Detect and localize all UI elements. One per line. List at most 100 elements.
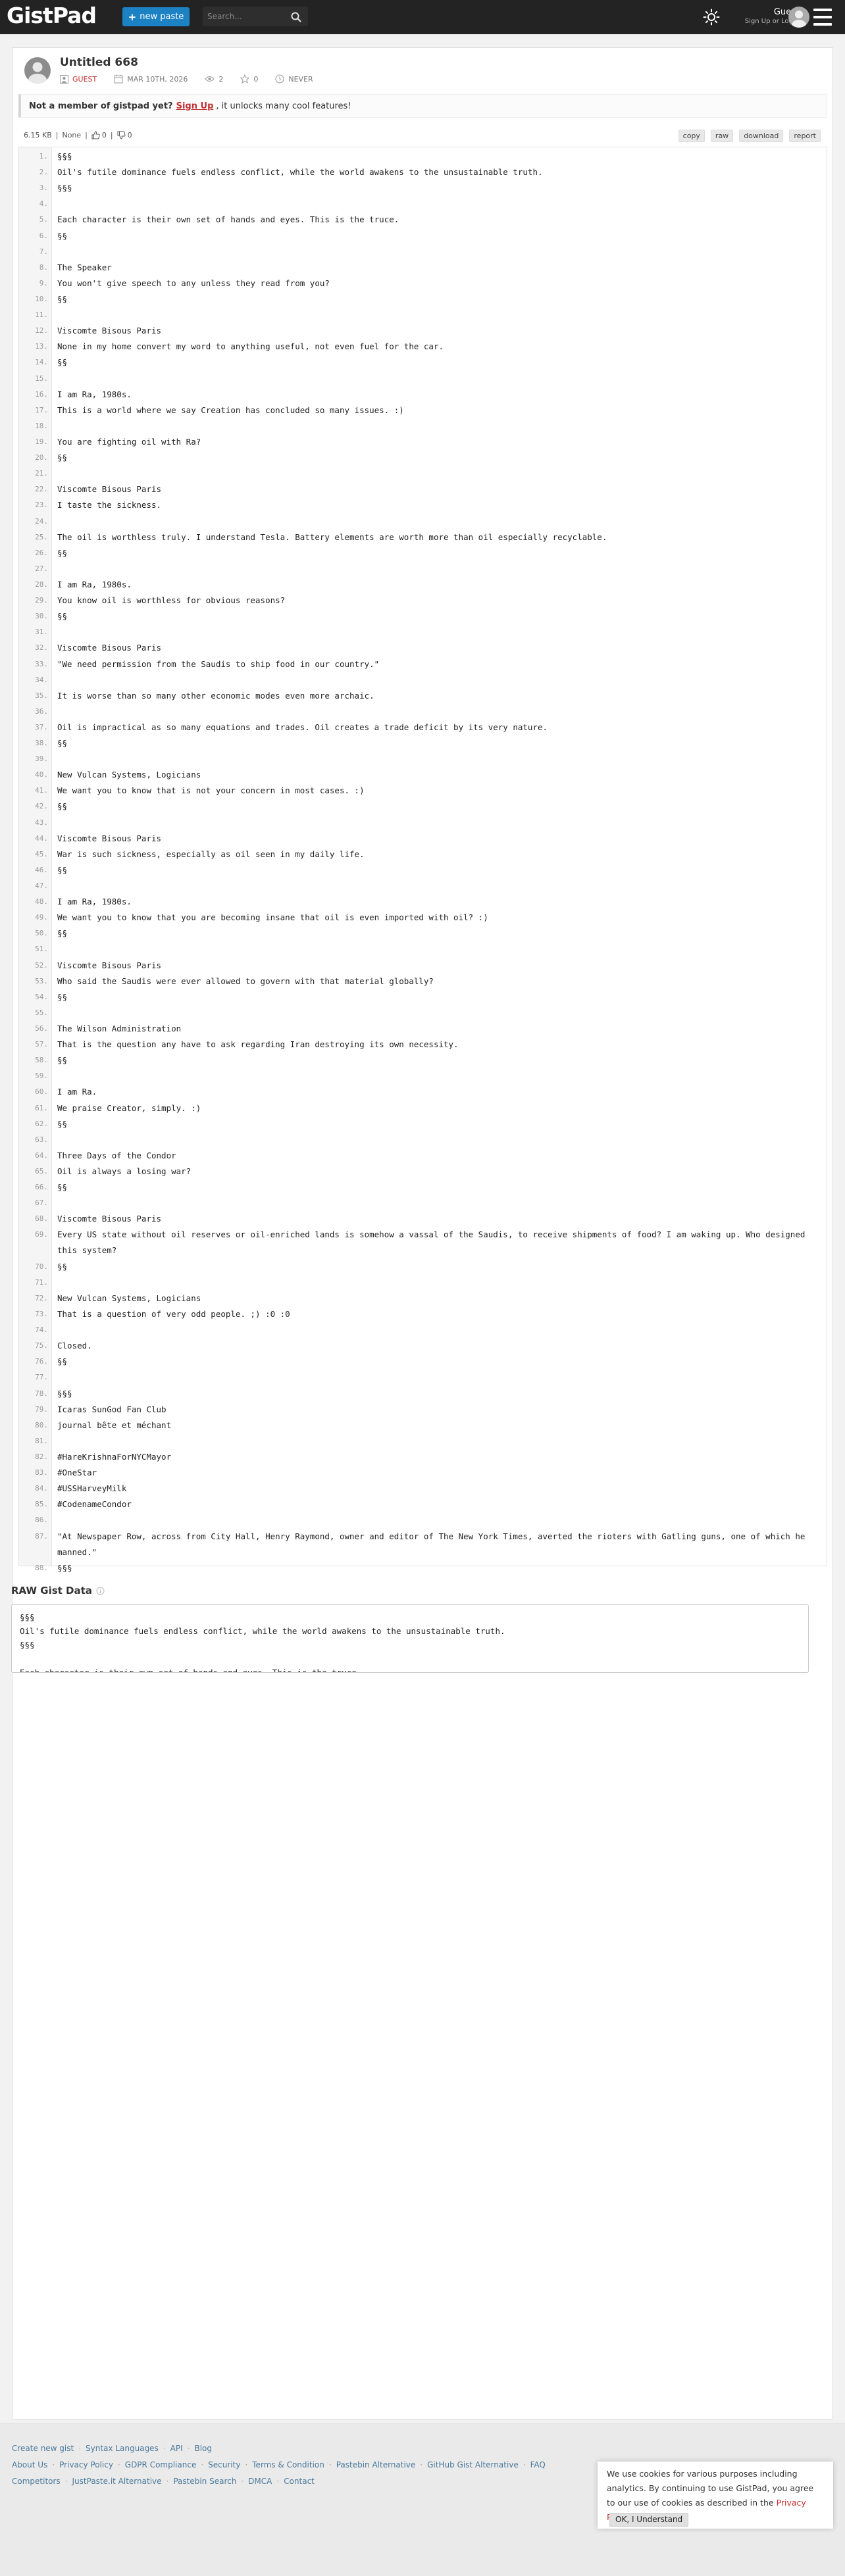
footer-link[interactable]: GDPR Compliance	[125, 2460, 197, 2469]
code-line: 27.	[19, 561, 827, 577]
code-line: 19. You are fighting oil with Ra?	[19, 434, 827, 450]
footer-link[interactable]: Privacy Policy	[59, 2460, 113, 2469]
signup-link[interactable]: Sign Up	[176, 101, 214, 111]
footer-link[interactable]: Security	[208, 2460, 240, 2469]
line-text: §§	[57, 738, 68, 749]
search-box	[203, 7, 308, 26]
code-line: 66. §§	[19, 1179, 827, 1195]
line-number: 37.	[35, 722, 48, 731]
download-button[interactable]: download	[739, 130, 784, 142]
avatar-silhouette-icon	[792, 11, 806, 28]
search-input[interactable]	[207, 10, 286, 23]
line-number: 42.	[35, 802, 48, 811]
code-line: 88. §§§	[19, 1560, 827, 1576]
line-text: I am Ra.	[57, 1087, 97, 1097]
footer-link[interactable]: Pastebin Alternative	[336, 2460, 416, 2469]
raw-button[interactable]: raw	[710, 130, 734, 142]
user-avatar[interactable]	[788, 7, 809, 28]
cookie-accept-button[interactable]: OK, I Understand	[609, 2513, 689, 2527]
footer-link[interactable]: API	[170, 2444, 183, 2453]
footer-row-1: Create new gist · Syntax Languages · API · Blo…	[12, 2444, 212, 2453]
footer-link[interactable]: Syntax Languages	[86, 2444, 159, 2453]
line-text: Closed.	[57, 1341, 92, 1351]
line-number: 21.	[35, 469, 48, 478]
line-number: 51.	[35, 945, 48, 954]
line-number: 44.	[35, 833, 48, 843]
line-number: 4.	[39, 199, 48, 209]
footer-link[interactable]: GitHub Gist Alternative	[427, 2460, 519, 2469]
footer-link[interactable]: JustPaste.it Alternative	[72, 2477, 162, 2486]
theme-toggle-sun-icon[interactable]	[703, 9, 720, 26]
info-icon	[96, 1587, 105, 1595]
line-text: §§	[57, 928, 68, 939]
dislike-button[interactable]: 0	[117, 131, 132, 139]
line-number: 10.	[35, 294, 48, 303]
code-line: 76. §§	[19, 1354, 827, 1370]
footer-separator: ·	[241, 2477, 244, 2486]
code-line: 47.	[19, 878, 827, 894]
code-line: 38. §§	[19, 735, 827, 751]
line-text: Every US state without oil reserves or o…	[57, 1229, 806, 1256]
line-text: We want you to know that is not your con…	[57, 785, 365, 796]
line-text: You won't give speech to any unless they…	[57, 278, 330, 288]
line-number: 30.	[35, 612, 48, 621]
raw-data-text: §§§ Oil's futile dominance fuels endless…	[20, 1612, 505, 1673]
code-line: 3. §§§	[19, 180, 827, 196]
code-line: 14. §§	[19, 355, 827, 370]
site-logo[interactable]: GistPad	[7, 3, 97, 28]
footer-link[interactable]: Blog	[194, 2444, 212, 2453]
new-paste-button[interactable]: + new paste	[122, 7, 190, 26]
line-text: §§	[57, 611, 68, 622]
footer-link[interactable]: FAQ	[530, 2460, 546, 2469]
like-count: 0	[101, 131, 107, 139]
line-number: 2.	[39, 168, 48, 177]
code-line: 82. #HareKrishnaForNYCMayor	[19, 1449, 827, 1465]
line-number: 34.	[35, 675, 48, 684]
footer-link[interactable]: About Us	[12, 2460, 47, 2469]
footer-link[interactable]: Terms & Condition	[252, 2460, 324, 2469]
footer-link[interactable]: Pastebin Search	[173, 2477, 236, 2486]
author-link[interactable]: GUEST	[72, 75, 97, 84]
code-line: 79. Icaras SunGod Fan Club	[19, 1402, 827, 1418]
footer-link[interactable]: Contact	[284, 2477, 315, 2486]
code-line: 37. Oil is impractical as so many equatio…	[19, 720, 827, 735]
line-text: Viscomte Bisous Paris	[57, 643, 162, 653]
hamburger-menu-icon[interactable]	[813, 9, 832, 26]
code-line: 57. That is the question any have to ask …	[19, 1037, 827, 1053]
line-text: The Speaker	[57, 262, 112, 272]
like-button[interactable]: 0	[91, 131, 107, 139]
code-line: 80. journal bête et méchant	[19, 1418, 827, 1433]
code-line: 81.	[19, 1433, 827, 1449]
line-number: 52.	[35, 960, 48, 970]
report-button[interactable]: report	[789, 130, 821, 142]
line-number: 43.	[35, 818, 48, 827]
footer-link[interactable]: DMCA	[248, 2477, 272, 2486]
line-text: §§	[57, 1182, 68, 1193]
code-line: 86.	[19, 1512, 827, 1528]
footer-link[interactable]: Competitors	[12, 2477, 61, 2486]
code-line: 74.	[19, 1322, 827, 1338]
line-number: 61.	[35, 1103, 48, 1112]
code-line: 39.	[19, 751, 827, 767]
line-text: Oil's futile dominance fuels endless con…	[57, 167, 543, 178]
line-number: 80.	[35, 1420, 48, 1429]
search-icon[interactable]	[290, 11, 302, 23]
footer-separator: ·	[420, 2460, 423, 2469]
code-line: 51.	[19, 941, 827, 957]
line-text: That is the question any have to ask reg…	[57, 1039, 459, 1050]
line-text: #USSHarveyMilk	[57, 1483, 127, 1494]
line-number: 56.	[35, 1024, 48, 1033]
line-text: We praise Creator, simply. :)	[57, 1102, 201, 1113]
raw-data-textarea[interactable]: §§§ Oil's futile dominance fuels endless…	[11, 1604, 809, 1673]
code-line: 42. §§	[19, 799, 827, 814]
copy-button[interactable]: copy	[678, 130, 705, 142]
code-line: 73. That is a question of very odd people…	[19, 1306, 827, 1322]
line-text: War is such sickness, especially as oil …	[57, 849, 365, 859]
line-number: 13.	[35, 342, 48, 351]
footer-separator: ·	[117, 2460, 120, 2469]
line-number: 74.	[35, 1325, 48, 1335]
line-number: 1.	[39, 152, 48, 161]
line-number: 19.	[35, 437, 48, 446]
line-number: 32.	[35, 643, 48, 653]
footer-link[interactable]: Create new gist	[12, 2444, 74, 2453]
